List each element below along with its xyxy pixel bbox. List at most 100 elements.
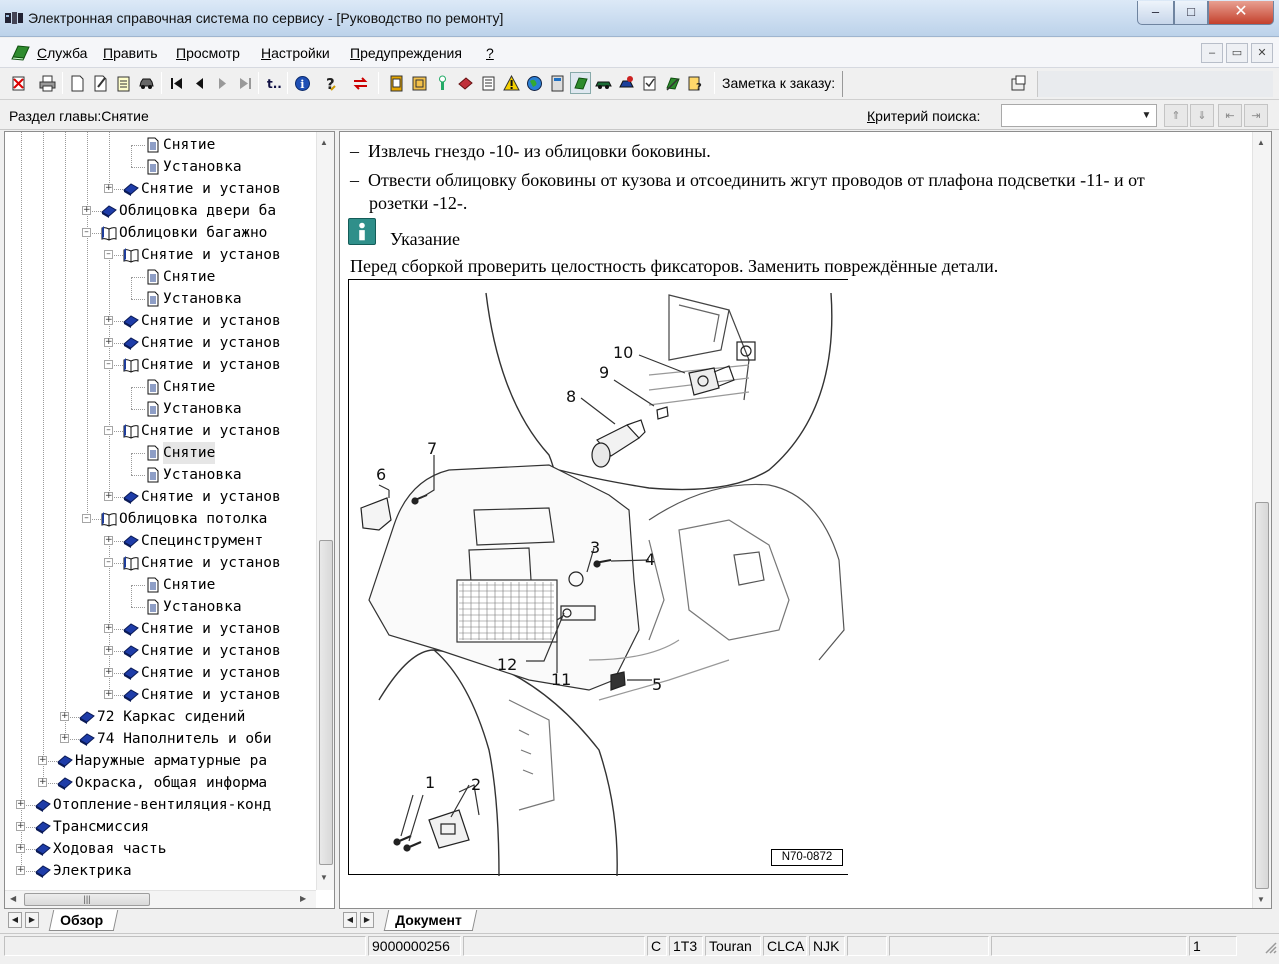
status-engine: CLCA <box>763 936 807 956</box>
collapse-icon[interactable]: – <box>104 558 113 567</box>
manual-icon[interactable] <box>386 72 407 94</box>
calculator-icon[interactable] <box>547 72 568 94</box>
expand-icon[interactable]: + <box>82 206 91 215</box>
print-icon[interactable] <box>37 72 58 94</box>
search-criteria-select[interactable]: ▼ <box>1001 104 1157 127</box>
active-book-icon[interactable] <box>570 72 591 94</box>
expand-icon[interactable]: + <box>104 338 113 347</box>
expand-icon[interactable]: + <box>104 646 113 655</box>
collapse-icon[interactable]: – <box>82 514 91 523</box>
tree-item-label: Установка <box>163 401 242 417</box>
minimize-button[interactable]: – <box>1137 1 1174 25</box>
expand-icon[interactable]: + <box>104 492 113 501</box>
expand-icon[interactable]: + <box>38 778 47 787</box>
tree-view[interactable]: Снятие Установка + Снятие и установ + Облицов… <box>5 132 315 890</box>
expand-icon[interactable]: + <box>104 690 113 699</box>
tab-next-button[interactable]: ▶ <box>360 912 374 928</box>
mdi-restore-button[interactable]: ▭ <box>1226 43 1248 63</box>
toolbar-spare-area <box>1037 71 1273 97</box>
expand-icon[interactable]: + <box>16 866 25 875</box>
new-doc-icon[interactable] <box>67 72 88 94</box>
expand-icon[interactable]: + <box>104 316 113 325</box>
search-next-icon[interactable]: ⇓ <box>1190 104 1214 127</box>
maximize-button[interactable]: □ <box>1174 1 1208 25</box>
menu-settings[interactable]: Настройки <box>261 45 330 61</box>
swap-icon[interactable] <box>350 72 371 94</box>
expand-icon[interactable]: + <box>60 734 69 743</box>
scroll-up-icon[interactable]: ▲ <box>1257 138 1265 147</box>
globe-icon[interactable] <box>524 72 545 94</box>
menu-view[interactable]: Просмотр <box>176 45 240 61</box>
edit-book-icon[interactable] <box>662 72 683 94</box>
document-vertical-scrollbar[interactable]: ▲ ▼ <box>1252 132 1271 908</box>
menu-warnings[interactable]: Предупреждения <box>350 45 462 61</box>
scroll-down-icon[interactable]: ▼ <box>1257 895 1265 904</box>
search-prev-icon[interactable]: ⇑ <box>1164 104 1188 127</box>
tree-vertical-scrollbar[interactable]: ▲ ▼ <box>316 132 334 890</box>
circuit-icon[interactable] <box>409 72 430 94</box>
last-page-icon[interactable] <box>235 72 256 94</box>
svg-text:4: 4 <box>645 550 655 569</box>
search-left-icon[interactable]: ⇤ <box>1218 104 1242 127</box>
notes-icon[interactable] <box>113 72 134 94</box>
edit-doc-icon[interactable] <box>90 72 111 94</box>
warning-icon[interactable] <box>501 72 522 94</box>
checklist-icon[interactable] <box>639 72 660 94</box>
tree-hscroll-thumb[interactable]: ||| <box>24 893 150 906</box>
expand-icon[interactable]: + <box>104 668 113 677</box>
note-help-icon[interactable]: ? <box>685 72 706 94</box>
tools-icon[interactable] <box>432 72 453 94</box>
order-note-field[interactable] <box>842 71 1000 97</box>
mdi-close-button[interactable]: ✕ <box>1251 43 1273 63</box>
expand-icon[interactable]: + <box>104 536 113 545</box>
vehicle-icon[interactable] <box>593 72 614 94</box>
prev-page-icon[interactable] <box>189 72 210 94</box>
book-closed-icon <box>101 205 117 218</box>
expand-icon[interactable]: + <box>104 184 113 193</box>
menu-service[interactable]: Служба <box>37 45 87 61</box>
expand-icon[interactable]: + <box>104 624 113 633</box>
tab-document[interactable]: Документ <box>383 910 477 931</box>
collapse-icon[interactable]: – <box>104 250 113 259</box>
note-settings-icon[interactable] <box>1008 72 1029 94</box>
tab-overview[interactable]: Обзор <box>48 910 119 931</box>
collapse-icon[interactable]: – <box>104 426 113 435</box>
menu-edit[interactable]: Править <box>103 45 158 61</box>
book-closed-icon <box>123 623 139 636</box>
scroll-right-icon[interactable]: ▶ <box>300 894 306 903</box>
resize-grip-icon[interactable] <box>1263 940 1277 954</box>
expand-icon[interactable]: + <box>60 712 69 721</box>
collapse-icon[interactable]: – <box>104 360 113 369</box>
expand-icon[interactable]: + <box>38 756 47 765</box>
diagnosis-icon[interactable] <box>616 72 637 94</box>
scroll-down-icon[interactable]: ▼ <box>320 873 328 882</box>
next-page-icon[interactable] <box>212 72 233 94</box>
close-button[interactable]: ✕ <box>1208 1 1274 25</box>
expand-icon[interactable]: + <box>16 822 25 831</box>
tab-next-button[interactable]: ▶ <box>25 912 39 928</box>
tab-prev-button[interactable]: ◀ <box>343 912 357 928</box>
mdi-minimize-button[interactable]: – <box>1201 43 1223 63</box>
list-icon[interactable] <box>478 72 499 94</box>
collapse-icon[interactable]: – <box>82 228 91 237</box>
expand-icon[interactable]: + <box>16 800 25 809</box>
help-icon[interactable]: ? <box>320 72 341 94</box>
menu-help[interactable]: ? <box>486 45 494 61</box>
jump-icon[interactable]: t.. <box>263 72 284 94</box>
tab-prev-button[interactable]: ◀ <box>8 912 22 928</box>
car-icon[interactable] <box>136 72 157 94</box>
red-book-icon[interactable] <box>455 72 476 94</box>
tree-horizontal-scrollbar[interactable]: ◀ ||| ▶ <box>5 890 316 908</box>
page-icon <box>147 291 159 307</box>
first-page-icon[interactable] <box>166 72 187 94</box>
scroll-left-icon[interactable]: ◀ <box>10 894 16 903</box>
info-icon[interactable]: i <box>292 72 313 94</box>
document-scroll-thumb[interactable] <box>1255 502 1269 889</box>
tree-scroll-thumb[interactable] <box>319 540 333 865</box>
chevron-down-icon[interactable]: ▼ <box>1138 106 1155 125</box>
expand-icon[interactable]: + <box>16 844 25 853</box>
delete-icon[interactable] <box>8 72 29 94</box>
search-right-icon[interactable]: ⇥ <box>1244 104 1268 127</box>
book-icon <box>11 45 30 61</box>
scroll-up-icon[interactable]: ▲ <box>320 138 328 147</box>
